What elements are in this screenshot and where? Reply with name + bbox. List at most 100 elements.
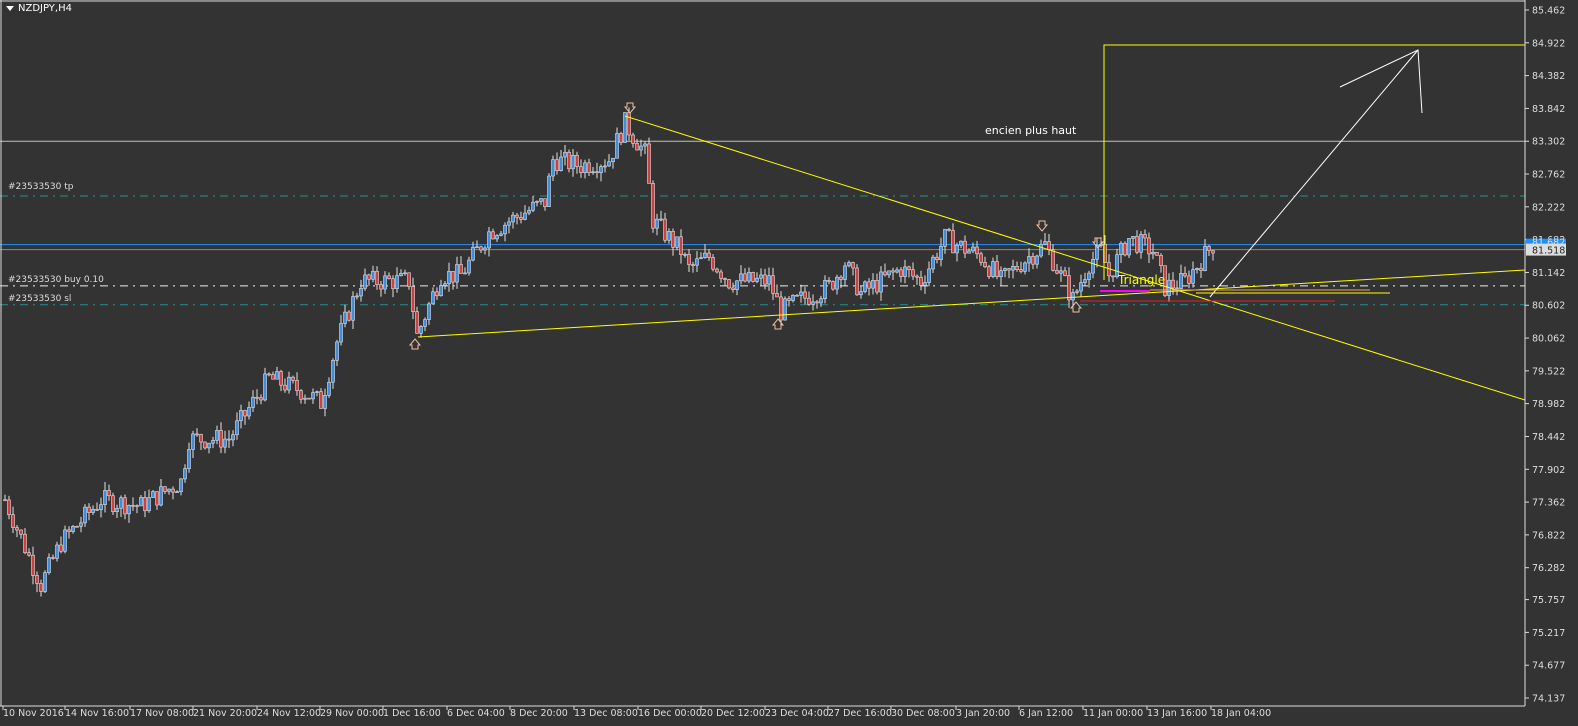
candle [583, 162, 587, 173]
chart-window[interactable]: NZDJPY,H4 85.462 84.922 84.382 83.842 83.302… [0, 0, 1578, 726]
fractal-up-arrow-icon [408, 338, 422, 350]
candle [411, 286, 415, 312]
candle [627, 112, 631, 136]
candle [147, 497, 151, 512]
candle [47, 557, 51, 573]
candle [743, 273, 747, 282]
candle [227, 438, 231, 441]
candle [111, 495, 115, 513]
candle [631, 134, 635, 144]
x-tick-label: 13 Dec 08:00 [574, 708, 638, 719]
candle [1199, 268, 1203, 271]
candle [523, 212, 527, 220]
candle [371, 270, 375, 280]
candle [843, 265, 847, 280]
candle [383, 275, 387, 290]
candle [1127, 238, 1131, 256]
candle [247, 407, 251, 417]
candle [391, 278, 395, 289]
candle [1015, 266, 1019, 270]
candle [1039, 244, 1043, 257]
candle [603, 165, 607, 168]
candle [1195, 268, 1199, 270]
candle [263, 373, 267, 401]
candle [1079, 282, 1083, 292]
candle [863, 281, 867, 292]
candle [171, 488, 175, 493]
candle [667, 231, 671, 241]
candle [279, 371, 283, 386]
candle [215, 430, 219, 441]
x-tick-label: 11 Jan 00:00 [1083, 708, 1143, 719]
y-tick-label: 80.602 [1532, 301, 1565, 312]
candle [443, 283, 447, 286]
candle [663, 218, 667, 241]
y-tick-label: 78.442 [1532, 432, 1565, 443]
candle [999, 270, 1003, 278]
candle [1207, 246, 1211, 251]
candle [1143, 234, 1147, 239]
candle [563, 151, 567, 158]
candle [819, 298, 823, 304]
candle [639, 145, 643, 151]
candle [403, 272, 407, 275]
candle [715, 268, 719, 273]
x-tick-label: 3 Jan 20:00 [956, 708, 1010, 719]
candle [963, 240, 967, 254]
candle [687, 253, 691, 265]
candle [1023, 262, 1027, 272]
candle [951, 230, 955, 254]
candle [979, 253, 983, 263]
y-tick-label: 76.822 [1532, 530, 1565, 541]
y-tick-label: 75.217 [1532, 628, 1565, 639]
price-chart[interactable]: 85.462 84.922 84.382 83.842 83.302 82.762 82.2… [0, 0, 1578, 726]
candle [479, 246, 483, 251]
candle [311, 392, 315, 400]
candle [123, 497, 127, 515]
candle [903, 266, 907, 277]
x-tick-label: 27 Dec 16:00 [828, 708, 892, 719]
candle [927, 268, 931, 283]
candle [159, 486, 163, 506]
candle [987, 266, 991, 277]
target-arrow-line [1209, 49, 1419, 298]
candle [623, 112, 627, 143]
candle [775, 293, 779, 298]
candle [59, 544, 63, 552]
candle [763, 274, 767, 285]
candle [83, 506, 87, 524]
candle [703, 252, 707, 258]
candle [455, 264, 459, 283]
candle [119, 497, 123, 509]
candle [1047, 241, 1051, 250]
candle [475, 246, 479, 249]
candle [607, 161, 611, 167]
candle [923, 282, 927, 286]
candle [967, 250, 971, 254]
candle [87, 506, 91, 513]
candle [1211, 250, 1215, 254]
candle [1203, 246, 1207, 271]
candle [1131, 236, 1135, 239]
candle [199, 434, 203, 443]
candle [919, 276, 923, 286]
candle [731, 287, 735, 290]
y-tick-label: 75.757 [1532, 595, 1565, 606]
y-tick-label: 83.842 [1532, 104, 1565, 115]
candle [595, 171, 599, 174]
candle [155, 491, 159, 506]
candle [143, 497, 147, 512]
candle [367, 274, 371, 280]
candle [895, 269, 899, 273]
candle [699, 257, 703, 260]
candle [275, 371, 279, 380]
candle [19, 529, 23, 535]
candle [671, 231, 675, 248]
candle [471, 246, 475, 261]
candle [947, 229, 951, 231]
candle [435, 291, 439, 297]
candle [67, 529, 71, 532]
candle [1043, 241, 1047, 245]
candle [1091, 258, 1095, 274]
candle [991, 261, 995, 277]
